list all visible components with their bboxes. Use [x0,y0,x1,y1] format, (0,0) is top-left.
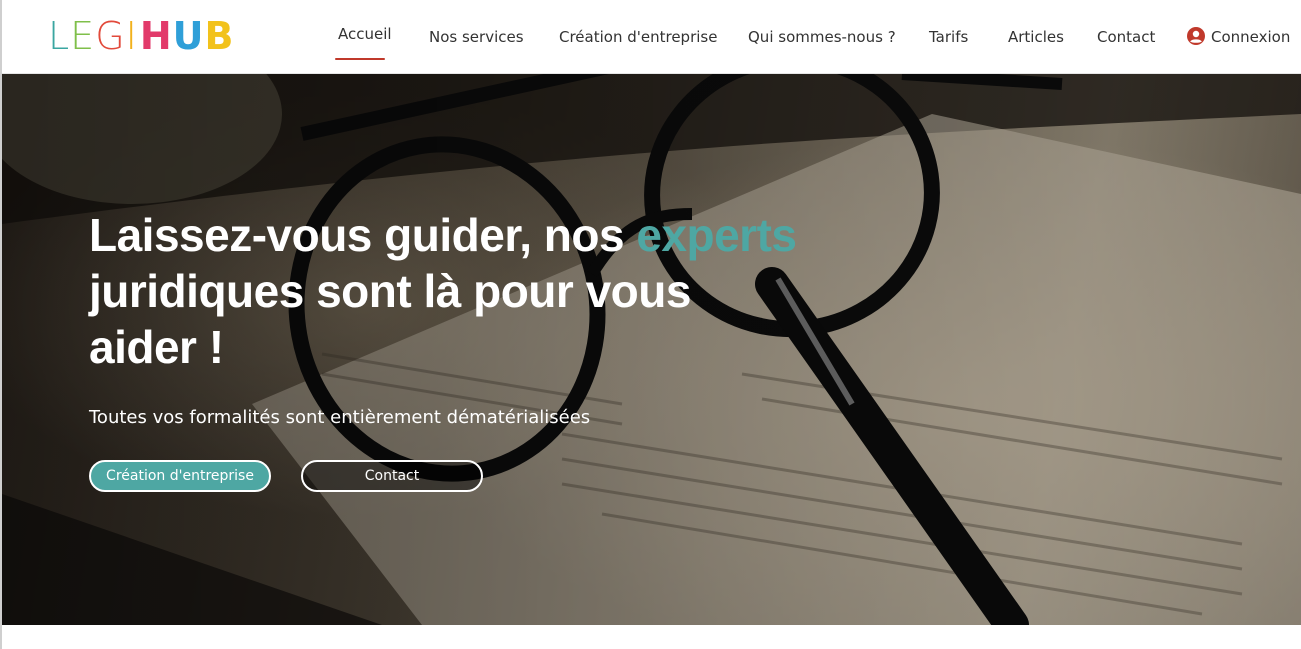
hero-title: Laissez-vous guider, nos experts juridiq… [89,207,809,375]
legihub-logo[interactable]: LEGI HUB [48,17,235,55]
nav-connexion[interactable]: Connexion [1211,28,1290,46]
hero-title-start: Laissez-vous guider, nos [89,209,637,261]
nav-articles[interactable]: Articles [1008,28,1064,46]
hero-title-end: juridiques sont là pour vous aider ! [89,265,691,373]
logo-text-hub: HUB [139,14,235,58]
nav-creation-entreprise[interactable]: Création d'entreprise [559,28,717,46]
site-header: LEGI HUB Accueil Nos services Création d'… [2,0,1301,74]
logo-text-legi: LEGI [48,14,138,58]
hero-subtitle: Toutes vos formalités sont entièrement d… [89,407,591,428]
nav-qui-sommes-nous[interactable]: Qui sommes-nous ? [748,28,896,46]
nav-contact[interactable]: Contact [1097,28,1155,46]
user-circle-icon[interactable] [1187,27,1205,45]
creation-entreprise-button[interactable]: Création d'entreprise [89,460,271,492]
nav-accueil[interactable]: Accueil [338,25,392,43]
contact-button[interactable]: Contact [301,460,483,492]
nav-active-indicator [335,58,385,60]
nav-nos-services[interactable]: Nos services [429,28,524,46]
hero-title-accent: experts [636,209,797,261]
hero-banner: Laissez-vous guider, nos experts juridiq… [2,74,1301,625]
nav-tarifs[interactable]: Tarifs [929,28,968,46]
